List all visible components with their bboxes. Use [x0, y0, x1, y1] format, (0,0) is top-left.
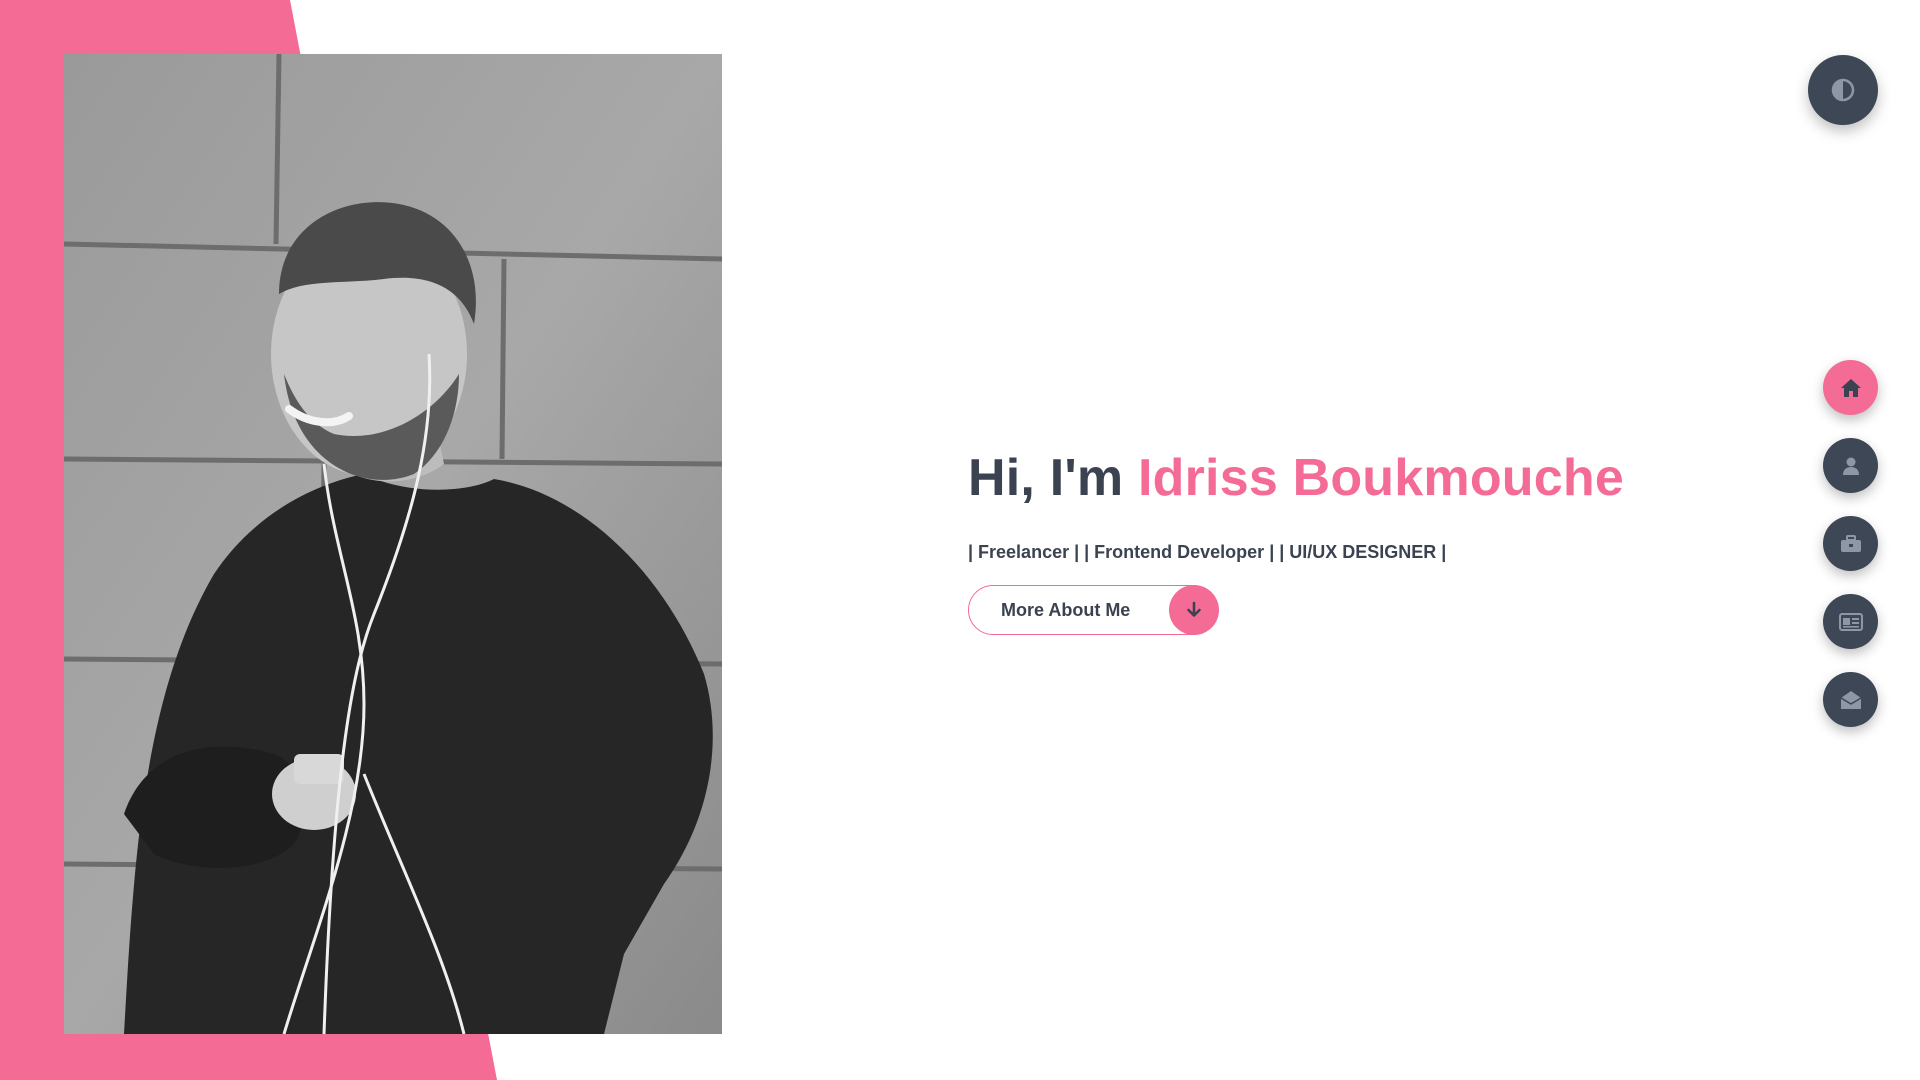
more-about-me-button[interactable]: More About Me: [968, 585, 1219, 635]
nav-about-button[interactable]: [1823, 438, 1878, 493]
hero-greeting: Hi, I'm: [968, 449, 1138, 507]
newspaper-icon: [1838, 612, 1863, 631]
briefcase-icon: [1840, 534, 1861, 552]
user-icon: [1842, 457, 1859, 475]
nav-blog-button[interactable]: [1823, 594, 1878, 649]
side-navigation: [1823, 360, 1879, 750]
hero-section: Hi, I'm Idriss Boukmouche | Freelancer |…: [968, 450, 1728, 635]
hero-tagline: | Freelancer | | Frontend Developer | | …: [968, 542, 1447, 562]
nav-portfolio-button[interactable]: [1823, 516, 1878, 571]
theme-toggle-button[interactable]: [1808, 55, 1878, 125]
home-icon: [1840, 378, 1861, 397]
nav-home-button[interactable]: [1823, 360, 1878, 415]
profile-photo: [64, 54, 722, 1034]
page: Hi, I'm Idriss Boukmouche | Freelancer |…: [0, 0, 1920, 1080]
arrow-down-icon: [1169, 585, 1219, 635]
hero-name: Idriss Boukmouche: [1138, 449, 1624, 507]
envelope-open-icon: [1840, 690, 1861, 709]
hero-title: Hi, I'm Idriss Boukmouche: [968, 450, 1728, 506]
more-about-me-label: More About Me: [1001, 600, 1131, 620]
nav-contact-button[interactable]: [1823, 672, 1878, 727]
half-circle-contrast-icon: [1831, 78, 1855, 102]
